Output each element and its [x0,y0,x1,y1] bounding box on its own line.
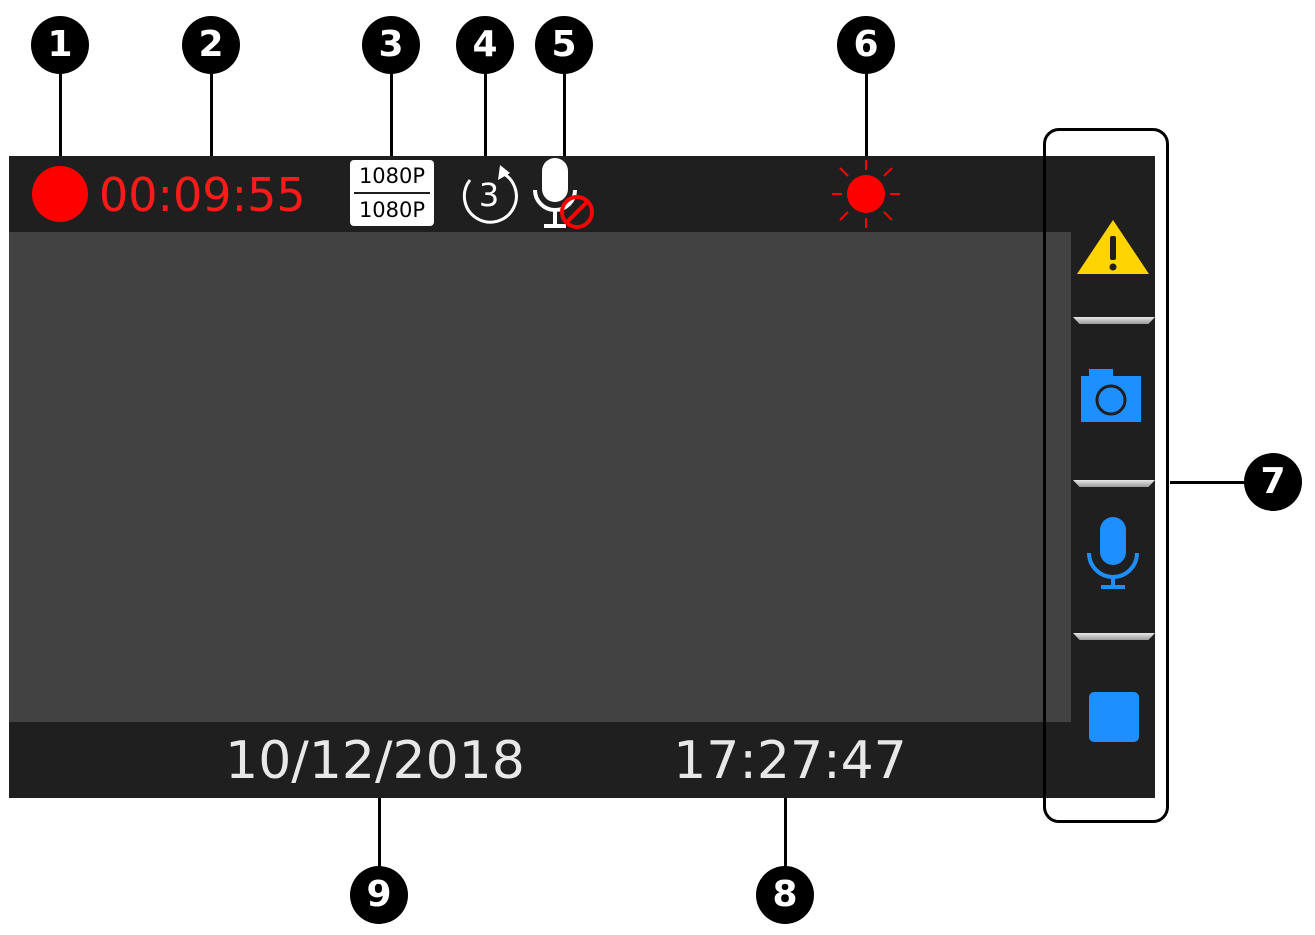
microphone-button[interactable] [1073,515,1153,591]
callout-9-leader [378,798,381,876]
callout-4-leader [484,72,487,164]
snapshot-button[interactable] [1073,365,1153,425]
callout-9: 9 [350,866,408,924]
callout-7-leader [1170,481,1250,484]
loop-minutes: 3 [479,176,499,214]
callout-2: 2 [182,16,240,74]
mic-muted-icon [530,156,598,234]
camera-viewport [9,232,1071,722]
emergency-lock-button[interactable] [1073,218,1153,278]
clock-display: 17:27:47 [673,731,907,791]
callout-4: 4 [456,16,514,74]
callout-6-leader [865,72,868,162]
callout-3-leader [390,72,393,162]
callout-3: 3 [362,16,420,74]
callout-6: 6 [837,16,895,74]
date-display: 10/12/2018 [225,731,525,791]
microphone-icon [1087,517,1139,589]
callout-8-leader [784,798,787,876]
resolution-front: 1080P [358,164,426,188]
sidebar-separator [1073,633,1155,640]
light-on-icon [830,158,902,230]
callout-5: 5 [535,16,593,74]
recording-timer: 00:09:55 [99,168,306,222]
warning-triangle-icon [1077,220,1149,274]
resolution-badge: 1080P 1080P [350,160,434,226]
recording-indicator-icon [32,166,88,222]
stop-square-icon [1089,692,1139,742]
callout-7: 7 [1244,453,1302,511]
callout-1: 1 [31,16,89,74]
sidebar-separator [1073,317,1155,324]
camera-icon [1081,369,1141,422]
sidebar-separator [1073,480,1155,487]
resolution-rear: 1080P [358,198,426,222]
callout-5-leader [563,72,566,160]
loop-recording-icon: 3 [456,160,524,228]
stop-button[interactable] [1073,690,1153,742]
callout-8: 8 [756,866,814,924]
callout-2-leader [210,72,213,162]
